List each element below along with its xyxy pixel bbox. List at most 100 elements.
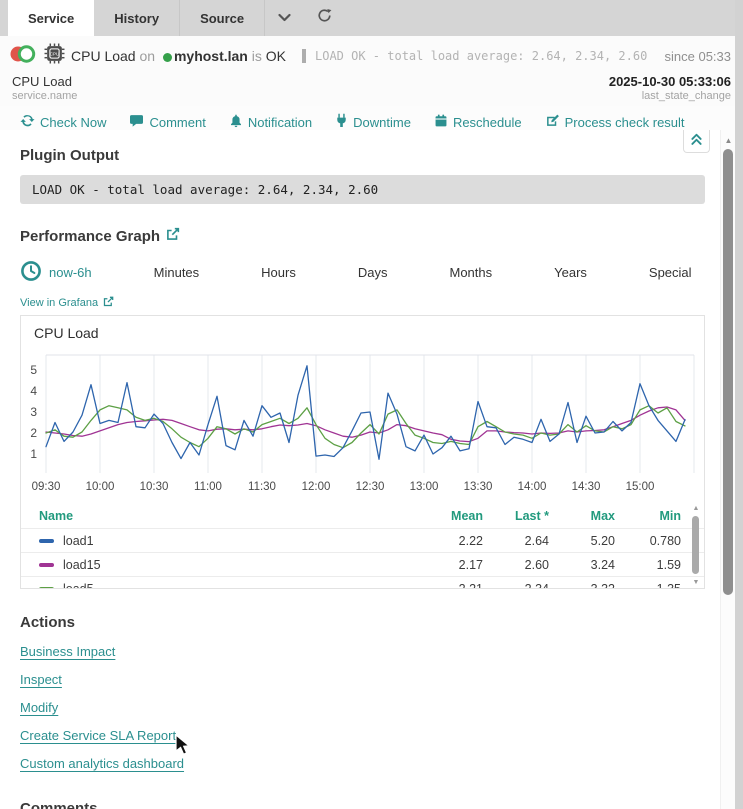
svg-text:12:30: 12:30 — [356, 481, 385, 493]
svg-text:13:00: 13:00 — [410, 481, 439, 493]
tab-source[interactable]: Source — [180, 0, 265, 36]
service-state-icon — [10, 43, 38, 70]
svg-text:13:30: 13:30 — [464, 481, 493, 493]
last-state-change-value: 2025-10-30 05:33:06 — [609, 74, 731, 89]
legend-col-last[interactable]: Last * — [483, 509, 549, 523]
timerange-current[interactable]: now-6h — [20, 260, 92, 285]
cpu-chip-icon: CPU — [44, 43, 65, 69]
process-check-result-button[interactable]: Process check result — [545, 113, 685, 131]
check-now-button[interactable]: Check Now — [20, 113, 106, 131]
series-color-dash-icon — [39, 563, 54, 567]
state-label: OK — [266, 48, 286, 64]
clock-icon — [20, 260, 42, 285]
performance-graph-title: Performance Graph — [20, 228, 160, 245]
external-link-icon[interactable] — [166, 227, 180, 245]
external-link-icon — [103, 296, 114, 310]
svg-text:CPU: CPU — [50, 51, 59, 56]
plugin-output-text: LOAD OK - total load average: 2.64, 2.34… — [20, 175, 705, 204]
legend-col-max[interactable]: Max — [549, 509, 615, 523]
reschedule-button[interactable]: Reschedule — [434, 113, 522, 131]
content-scrollbar-thumb[interactable] — [723, 149, 733, 595]
svg-text:11:30: 11:30 — [248, 481, 276, 493]
svg-text:1: 1 — [30, 447, 37, 461]
svg-text:10:30: 10:30 — [140, 481, 169, 493]
scroll-up-icon[interactable]: ▲ — [721, 136, 736, 145]
window-right-gutter — [735, 0, 743, 809]
series-color-dash-icon — [39, 587, 54, 589]
legend-col-mean[interactable]: Mean — [417, 509, 483, 523]
cpu-load-chart[interactable]: 1234509:3010:0010:3011:0011:3012:0012:30… — [21, 341, 704, 497]
legend-series-name[interactable]: load5 — [39, 582, 417, 589]
collapse-section-button[interactable] — [683, 130, 710, 153]
service-header: CPU CPU Load on myhost.lan is OK LOAD OK… — [0, 36, 743, 106]
chevron-down-icon — [278, 9, 291, 27]
view-in-grafana-label: View in Grafana — [20, 297, 98, 309]
legend-scroll-down-icon[interactable]: ▼ — [691, 579, 701, 587]
cpu-load-graph-panel: CPU Load 1234509:3010:0010:3011:0011:301… — [20, 315, 705, 589]
legend-row-load5[interactable]: load52.212.343.321.35 — [21, 576, 704, 588]
downtime-button[interactable]: Downtime — [335, 113, 411, 131]
svg-text:10:00: 10:00 — [86, 481, 115, 493]
legend-row-load1[interactable]: load12.222.645.200.780 — [21, 528, 704, 552]
process-check-result-label: Process check result — [565, 115, 685, 130]
is-word: is — [252, 48, 262, 64]
timerange-months[interactable]: Months — [449, 265, 492, 280]
notification-button[interactable]: Notification — [229, 113, 312, 131]
sync-icon — [20, 113, 35, 131]
action-business-impact[interactable]: Business Impact — [20, 644, 115, 659]
service-name-key: service.name — [12, 90, 77, 102]
comments-heading: Comments — [20, 800, 705, 809]
legend-header-row: Name Mean Last * Max Min — [21, 504, 704, 528]
legend-col-name[interactable]: Name — [39, 509, 417, 523]
legend-series-name[interactable]: load1 — [39, 534, 417, 548]
plugin-output-heading: Plugin Output — [20, 147, 705, 164]
bell-icon — [229, 113, 243, 131]
calendar-icon — [434, 113, 448, 131]
tab-history[interactable]: History — [94, 0, 180, 36]
legend-row-load15[interactable]: load152.172.603.241.59 — [21, 552, 704, 576]
svg-text:2: 2 — [30, 426, 37, 440]
reschedule-label: Reschedule — [453, 115, 522, 130]
since-label: since 05:33 — [665, 49, 732, 64]
last-state-change-block: 2025-10-30 05:33:06 last_state_change — [609, 74, 731, 102]
timerange-current-label: now-6h — [49, 265, 92, 280]
service-name[interactable]: CPU Load — [71, 48, 136, 64]
refresh-button[interactable] — [304, 0, 345, 36]
content-scrollbar[interactable]: ▲ — [720, 130, 735, 809]
comment-button[interactable]: Comment — [129, 113, 205, 131]
action-create-service-sla-report[interactable]: Create Service SLA Report — [20, 728, 176, 743]
notification-label: Notification — [248, 115, 312, 130]
comment-label: Comment — [149, 115, 205, 130]
svg-text:09:30: 09:30 — [32, 481, 61, 493]
timerange-years[interactable]: Years — [554, 265, 587, 280]
tab-service[interactable]: Service — [8, 0, 94, 36]
timerange-hours[interactable]: Hours — [261, 265, 296, 280]
legend-series-name[interactable]: load15 — [39, 558, 417, 572]
timerange-minutes[interactable]: Minutes — [154, 265, 200, 280]
view-in-grafana-link[interactable]: View in Grafana — [20, 296, 114, 310]
svg-text:4: 4 — [30, 384, 37, 398]
timerange-days[interactable]: Days — [358, 265, 388, 280]
check-now-label: Check Now — [40, 115, 106, 130]
output-preview: LOAD OK - total load average: 2.64, 2.34… — [302, 49, 649, 63]
service-name-block: CPU Load service.name — [12, 74, 77, 102]
action-inspect[interactable]: Inspect — [20, 672, 62, 687]
timerange-special[interactable]: Special — [649, 265, 692, 280]
legend-scroll-up-icon[interactable]: ▲ — [691, 505, 701, 513]
legend-scrollbar[interactable]: ▲ ▼ — [691, 505, 701, 587]
action-modify[interactable]: Modify — [20, 700, 58, 715]
on-word: on — [139, 48, 155, 64]
action-custom-analytics-dashboard[interactable]: Custom analytics dashboard — [20, 756, 184, 771]
host-name[interactable]: myhost.lan — [174, 48, 248, 64]
series-color-dash-icon — [39, 539, 54, 543]
legend-scrollbar-thumb[interactable] — [692, 516, 699, 574]
tab-dropdown-button[interactable] — [265, 0, 304, 36]
svg-text:15:00: 15:00 — [626, 481, 655, 493]
chart-legend-table: Name Mean Last * Max Min load12.222.645.… — [21, 504, 704, 588]
service-status-line: CPU Load on myhost.lan is OK — [71, 48, 286, 64]
legend-col-min[interactable]: Min — [615, 509, 681, 523]
svg-text:14:30: 14:30 — [572, 481, 601, 493]
chart-title: CPU Load — [21, 316, 704, 341]
chevron-double-up-icon — [689, 131, 704, 151]
svg-text:5: 5 — [30, 363, 37, 377]
